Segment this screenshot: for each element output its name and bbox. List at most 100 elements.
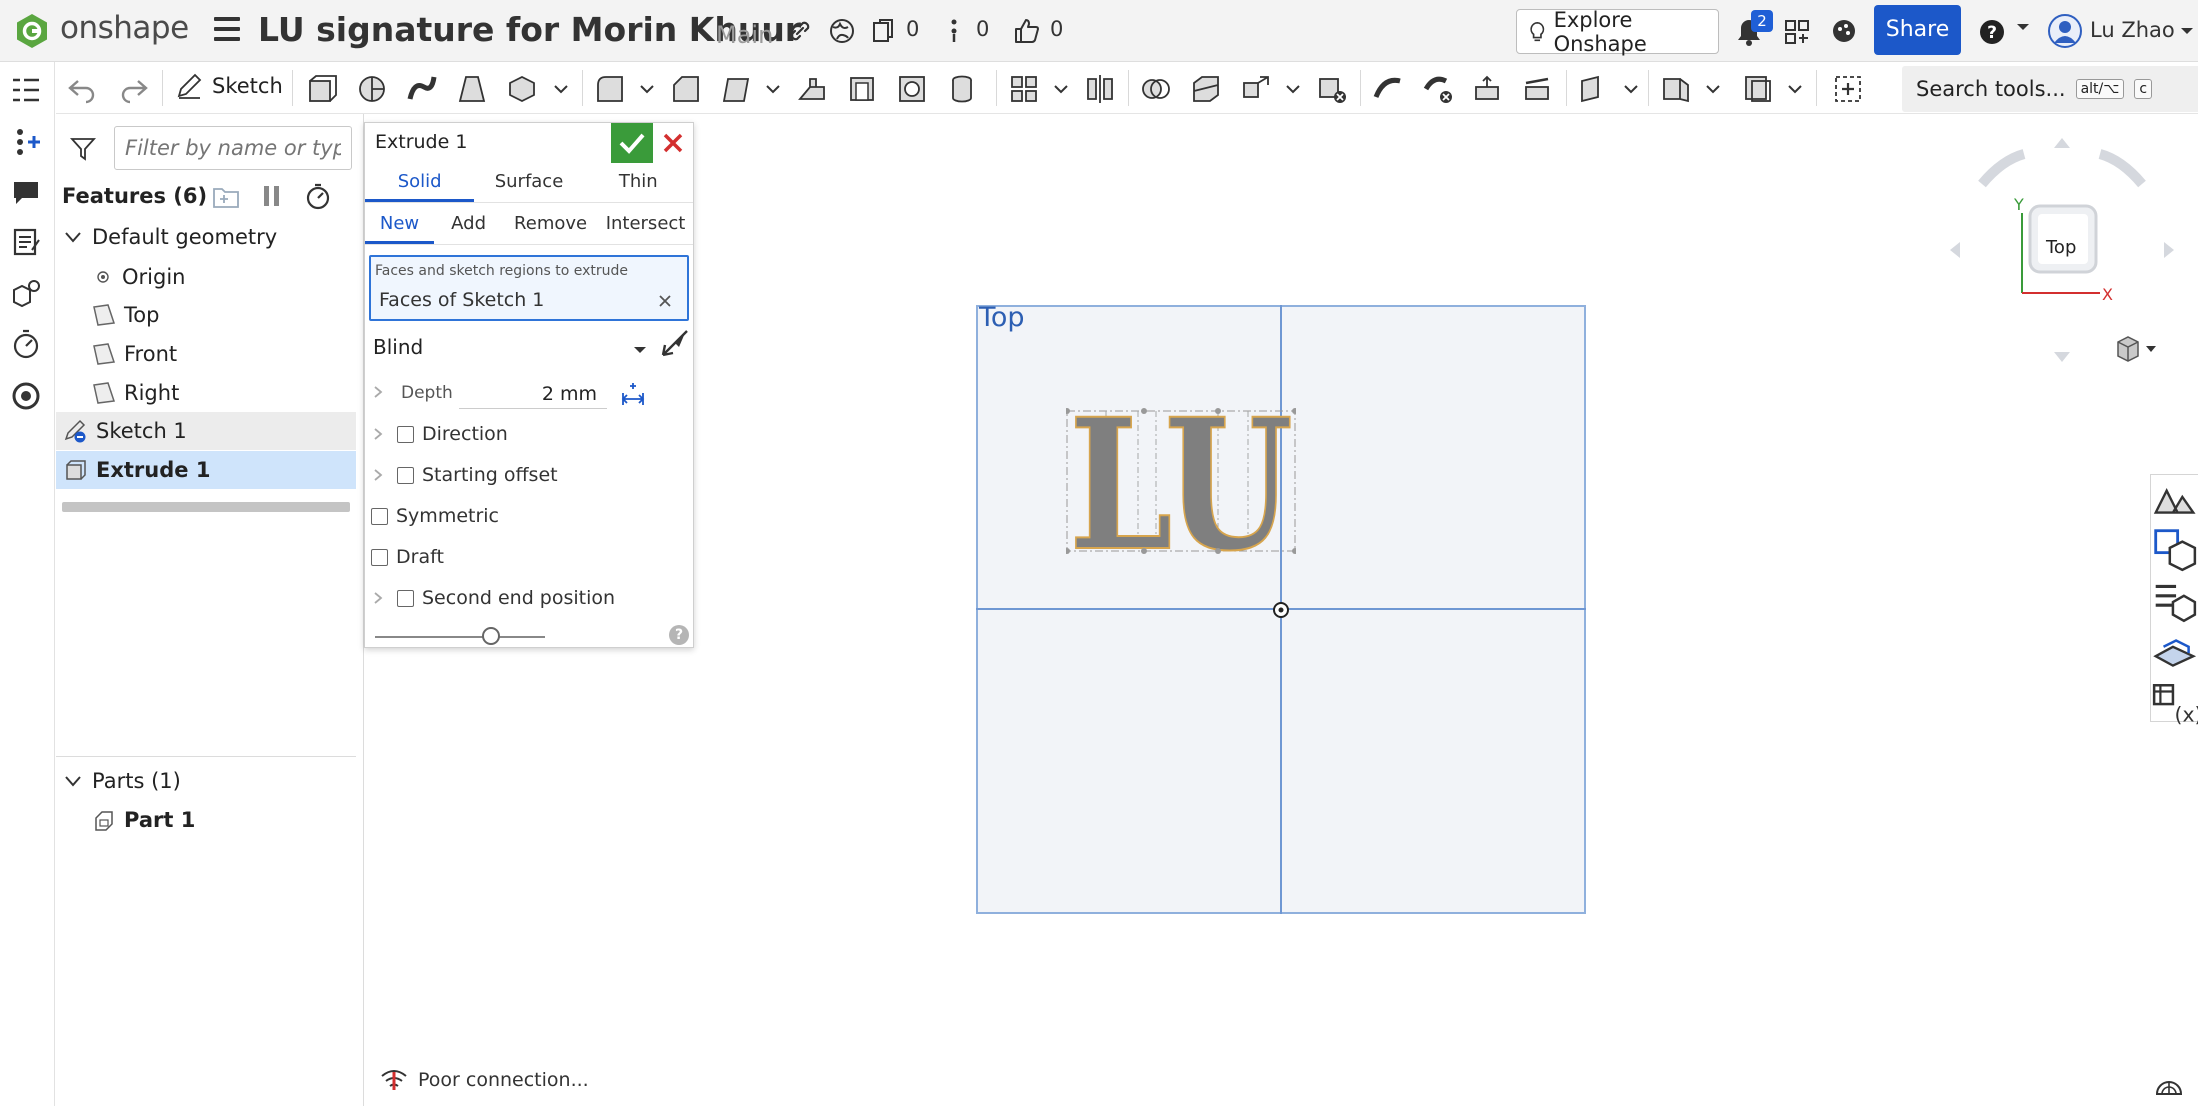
rebuild-timer-icon[interactable] xyxy=(304,182,332,210)
feature-list-icon[interactable] xyxy=(10,74,42,106)
learning-center-icon[interactable] xyxy=(1830,17,1858,45)
parts-header[interactable]: Parts (1) xyxy=(56,762,356,800)
dropdown-caret-icon[interactable] xyxy=(766,84,780,94)
shell-tool-icon[interactable] xyxy=(846,73,878,105)
branches-icon[interactable] xyxy=(940,17,968,45)
draft-row[interactable]: Draft xyxy=(371,540,444,574)
help-caret-icon[interactable] xyxy=(2016,22,2030,32)
tree-item-top-plane[interactable]: Top xyxy=(56,296,356,334)
feature-list-scrollbar[interactable] xyxy=(62,502,350,512)
menu-icon[interactable] xyxy=(214,17,240,45)
chevron-right-icon[interactable] xyxy=(373,427,383,441)
preview-slider-handle[interactable] xyxy=(482,627,500,645)
dropdown-caret-icon[interactable] xyxy=(1706,84,1720,94)
split-tool-icon[interactable] xyxy=(1190,73,1222,105)
origin-point-icon[interactable] xyxy=(1272,601,1290,619)
depth-input[interactable]: 2 mm xyxy=(459,379,607,409)
tab-remove[interactable]: Remove xyxy=(503,205,598,244)
tree-item-default-geometry[interactable]: Default geometry xyxy=(56,218,356,256)
tab-add[interactable]: Add xyxy=(434,205,503,244)
rib-tool-icon[interactable] xyxy=(796,73,828,105)
pattern-tool-icon[interactable] xyxy=(1008,73,1040,105)
notes-icon[interactable] xyxy=(10,226,42,258)
tab-intersect[interactable]: Intersect xyxy=(598,205,693,244)
tab-new[interactable]: New xyxy=(365,205,435,244)
dropdown-caret-icon[interactable] xyxy=(640,84,654,94)
extrude-tool-icon[interactable] xyxy=(306,73,338,105)
user-name[interactable]: Lu Zhao xyxy=(2090,18,2175,42)
fillet-tool-icon[interactable] xyxy=(594,73,626,105)
plane-tool-icon[interactable] xyxy=(1578,73,1610,105)
undo-icon[interactable] xyxy=(66,73,98,105)
insert-icon[interactable] xyxy=(10,126,42,158)
direction-row[interactable]: Direction xyxy=(373,417,508,451)
dropdown-caret-icon[interactable] xyxy=(554,84,568,94)
delete-part-icon[interactable] xyxy=(1316,73,1348,105)
sketch-button[interactable]: Sketch xyxy=(176,73,283,99)
dropdown-caret-icon[interactable] xyxy=(1286,84,1300,94)
view-cube-face-label[interactable]: Top xyxy=(2046,237,2076,258)
sheet-metal-icon[interactable] xyxy=(1660,73,1692,105)
apps-grid-icon[interactable] xyxy=(1783,18,1811,46)
view-options-icon[interactable] xyxy=(2114,334,2158,364)
appearance-panel-icon[interactable] xyxy=(2151,475,2198,522)
chevron-right-icon[interactable] xyxy=(373,468,383,482)
tree-item-front-plane[interactable]: Front xyxy=(56,335,356,373)
analysis-icon[interactable] xyxy=(10,380,42,412)
user-caret-icon[interactable] xyxy=(2180,26,2194,36)
confirm-button[interactable] xyxy=(611,123,653,163)
onshape-logo-icon[interactable] xyxy=(14,13,50,49)
replace-face-icon[interactable] xyxy=(1522,73,1554,105)
flip-direction-icon[interactable] xyxy=(659,329,689,361)
history-timer-icon[interactable] xyxy=(10,328,42,360)
redo-icon[interactable] xyxy=(118,73,150,105)
named-views-icon[interactable] xyxy=(2151,628,2198,675)
dropdown-caret-icon[interactable] xyxy=(1054,84,1068,94)
mate-connector-icon[interactable] xyxy=(2154,1074,2184,1096)
symmetric-row[interactable]: Symmetric xyxy=(371,499,499,533)
thumbs-up-icon[interactable] xyxy=(1012,17,1040,45)
preview-slider-track[interactable] xyxy=(375,636,545,638)
frames-tool-icon[interactable] xyxy=(1742,73,1774,105)
versions-icon[interactable] xyxy=(870,17,898,45)
direction-checkbox[interactable] xyxy=(397,425,414,443)
move-face-icon[interactable] xyxy=(1472,73,1504,105)
configurations-icon[interactable] xyxy=(10,278,42,310)
mass-properties-icon[interactable] xyxy=(2151,577,2198,624)
chevron-down-icon[interactable] xyxy=(64,231,82,243)
draft-checkbox[interactable] xyxy=(371,548,388,566)
sketch-lu-text[interactable]: LU xyxy=(1066,408,1296,554)
link-icon[interactable] xyxy=(786,17,814,45)
sweep-tool-icon[interactable] xyxy=(406,73,438,105)
hole-tool-icon[interactable] xyxy=(896,73,928,105)
tree-item-extrude-1[interactable]: Extrude 1 xyxy=(56,451,356,489)
dialog-help-icon[interactable]: ? xyxy=(669,625,689,645)
chevron-right-icon[interactable] xyxy=(373,591,383,605)
part-item-part-1[interactable]: Part 1 xyxy=(56,801,356,839)
clear-selection-icon[interactable] xyxy=(657,293,673,309)
add-folder-icon[interactable] xyxy=(212,184,242,210)
symmetric-dimension-icon[interactable] xyxy=(619,381,647,407)
second-end-checkbox[interactable] xyxy=(397,589,414,607)
globe-icon[interactable] xyxy=(828,17,856,45)
help-icon[interactable]: ? xyxy=(1978,18,2006,46)
end-type-select[interactable]: Blind xyxy=(373,335,643,365)
revolve-tool-icon[interactable] xyxy=(356,73,388,105)
loft-tool-icon[interactable] xyxy=(456,73,488,105)
branch-label[interactable]: Main xyxy=(716,21,773,49)
dropdown-caret-icon[interactable] xyxy=(1788,84,1802,94)
filter-input[interactable] xyxy=(114,126,352,170)
tree-item-origin[interactable]: Origin xyxy=(56,258,356,296)
search-tools-button[interactable]: Search tools... alt/⌥ c xyxy=(1902,66,2198,112)
tab-solid[interactable]: Solid xyxy=(365,163,475,202)
tree-item-right-plane[interactable]: Right xyxy=(56,374,356,412)
explore-onshape-button[interactable]: Explore Onshape xyxy=(1516,8,1719,56)
chamfer-tool-icon[interactable] xyxy=(670,73,702,105)
chevron-right-icon[interactable] xyxy=(373,385,383,399)
tab-surface[interactable]: Surface xyxy=(474,163,583,202)
boolean-tool-icon[interactable] xyxy=(1140,73,1172,105)
draft-tool-icon[interactable] xyxy=(720,73,752,105)
starting-offset-checkbox[interactable] xyxy=(397,466,414,484)
user-avatar-icon[interactable] xyxy=(2048,14,2082,48)
filter-icon[interactable] xyxy=(70,136,96,162)
